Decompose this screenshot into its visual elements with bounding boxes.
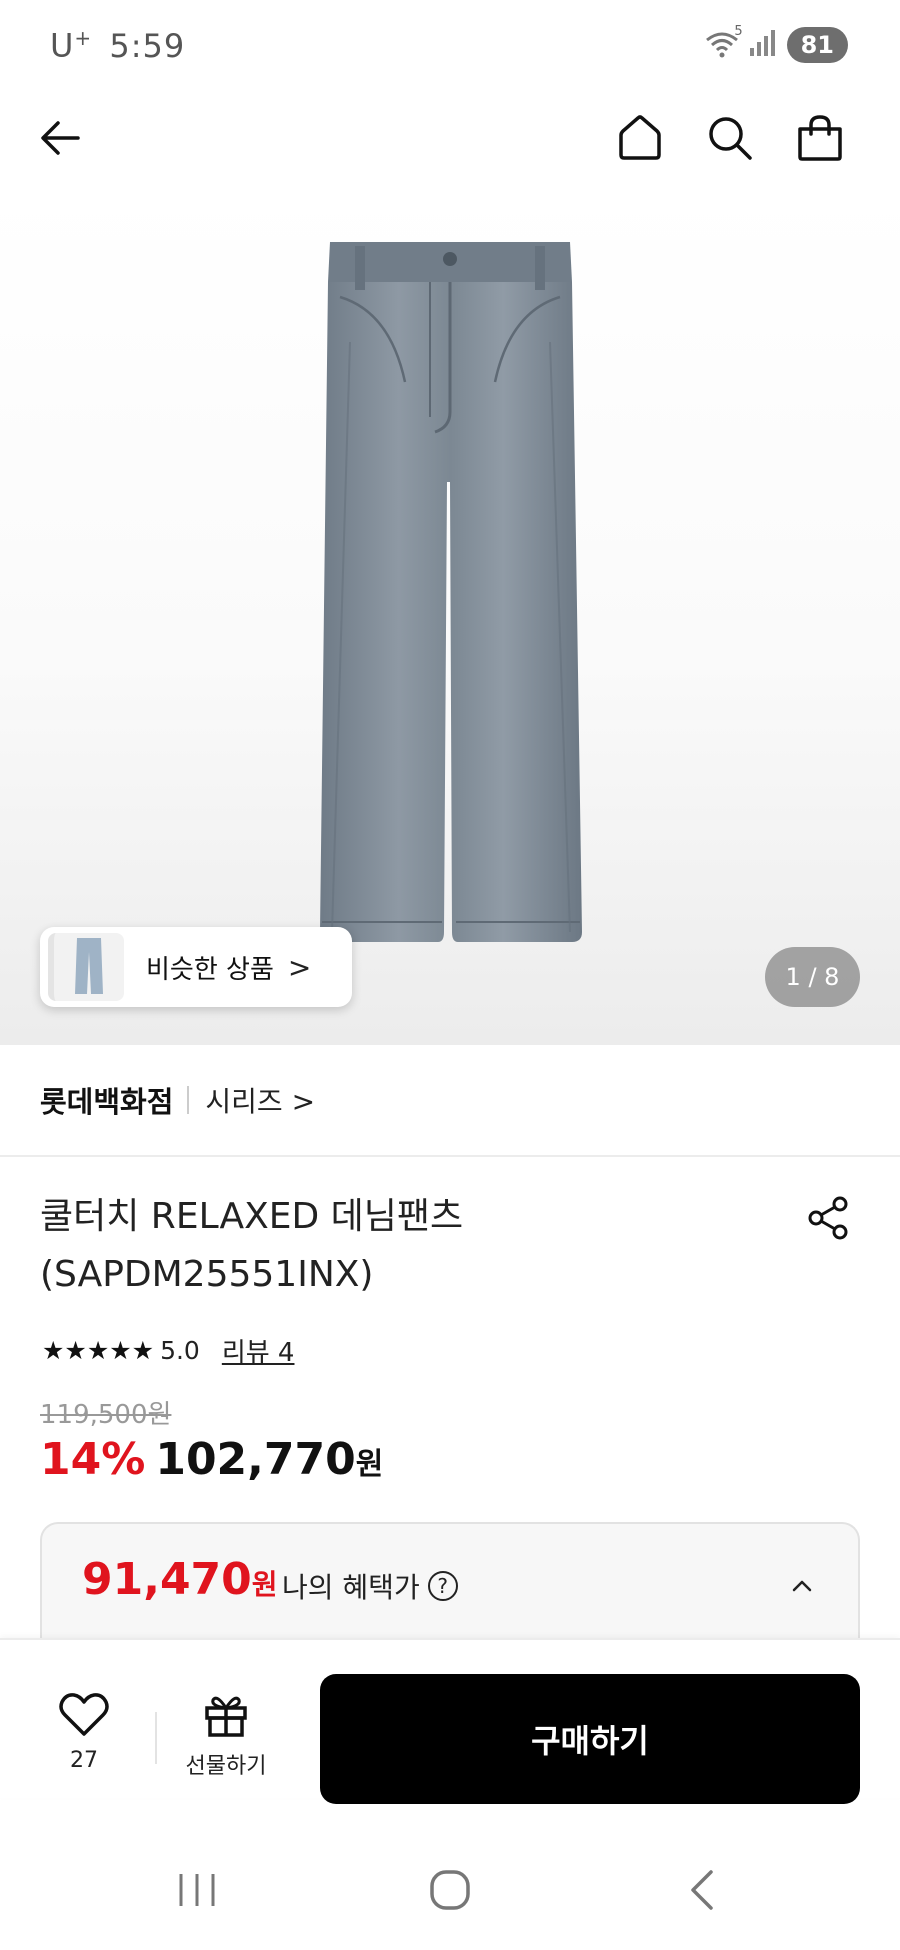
wifi-gen-label: 5 <box>734 24 743 39</box>
heart-icon <box>59 1693 109 1736</box>
product-title: 쿨터치 RELAXED 데님팬츠 (SAPDM25551INX) <box>40 1188 760 1304</box>
benefit-label: 나의 혜택가 ? <box>282 1566 458 1606</box>
benefit-price-currency: 원 <box>251 1568 278 1601</box>
recent-apps-button[interactable] <box>162 1860 232 1920</box>
my-benefit-price-panel[interactable]: 91,470원 나의 혜택가 ? <box>40 1522 860 1652</box>
help-icon[interactable]: ? <box>427 1571 458 1601</box>
chevron-up-icon <box>792 1580 812 1592</box>
chevron-right-icon: > <box>287 950 312 984</box>
status-bar: U+ 5:59 5 81 <box>0 0 900 90</box>
brand-divider <box>187 1086 190 1114</box>
carrier-plus: + <box>74 26 93 50</box>
benefit-label-text: 나의 혜택가 <box>282 1571 420 1604</box>
search-icon <box>709 117 752 160</box>
series-link[interactable]: 시리즈 > <box>205 1080 315 1120</box>
brand-name[interactable]: 롯데백화점 <box>40 1079 173 1121</box>
brand-row: 롯데백화점 시리즈 > <box>0 1045 900 1157</box>
buy-button[interactable]: 구매하기 <box>320 1674 860 1804</box>
cart-button[interactable] <box>790 108 850 168</box>
similar-products-button[interactable]: 비슷한 상품 > <box>40 927 352 1007</box>
system-home-icon <box>430 1870 470 1910</box>
product-title-line2: (SAPDM25551INX) <box>40 1254 374 1295</box>
back-button[interactable] <box>30 108 90 168</box>
benefit-price-value: 91,470 <box>82 1554 252 1605</box>
star-rating-icon: ★★★★★ <box>42 1335 155 1365</box>
review-link[interactable]: 리뷰 4 <box>222 1332 295 1369</box>
product-image <box>320 242 582 942</box>
sale-price-currency: 원 <box>355 1447 384 1482</box>
search-button[interactable] <box>700 108 760 168</box>
collapse-button[interactable] <box>784 1568 820 1604</box>
similar-products-label: 비슷한 상품 <box>146 954 274 985</box>
rating-value: 5.0 <box>160 1335 200 1365</box>
share-button[interactable] <box>800 1190 856 1246</box>
rating-row: ★★★★★ 5.0 리뷰 4 <box>42 1330 294 1370</box>
bottom-action-bar: 27 선물하기 구매하기 <box>0 1638 900 1804</box>
carrier-name: U <box>50 26 75 65</box>
battery-indicator: 81 <box>786 27 848 63</box>
signal-icon <box>749 28 777 62</box>
gift-icon <box>205 1696 247 1737</box>
share-icon <box>808 1196 848 1240</box>
status-time: 5:59 <box>109 26 186 65</box>
original-price: 119,500원 <box>40 1400 172 1430</box>
home-button[interactable] <box>610 108 670 168</box>
shopping-bag-icon <box>798 115 842 161</box>
status-indicators: 5 81 <box>705 24 848 64</box>
home-icon <box>619 115 661 160</box>
product-title-line1: 쿨터치 RELAXED 데님팬츠 <box>40 1196 464 1237</box>
top-navigation <box>0 90 900 190</box>
similar-product-thumbnail <box>48 933 124 1001</box>
benefit-price: 91,470원 <box>82 1554 278 1605</box>
gift-label: 선물하기 <box>185 1754 267 1779</box>
action-divider <box>155 1712 157 1764</box>
product-image-gallery[interactable]: 비슷한 상품 > 1 / 8 <box>0 190 900 1045</box>
price-row: 14% 102,770 원 <box>40 1434 383 1494</box>
sale-price: 102,770 <box>155 1434 356 1485</box>
discount-rate: 14% <box>40 1434 146 1485</box>
system-back-button[interactable] <box>668 1860 738 1920</box>
system-navigation-bar <box>0 1820 900 1950</box>
image-page-counter: 1 / 8 <box>765 947 860 1007</box>
like-button[interactable]: 27 <box>48 1692 120 1773</box>
status-carrier-time: U+ 5:59 <box>50 26 185 65</box>
wifi-icon: 5 <box>705 24 743 60</box>
system-back-icon <box>691 1870 713 1910</box>
recent-apps-icon <box>179 1874 215 1906</box>
system-home-button[interactable] <box>415 1860 485 1920</box>
gift-button[interactable]: 선물하기 <box>176 1692 276 1780</box>
back-arrow-icon <box>41 121 80 155</box>
like-count: 27 <box>70 1748 98 1773</box>
